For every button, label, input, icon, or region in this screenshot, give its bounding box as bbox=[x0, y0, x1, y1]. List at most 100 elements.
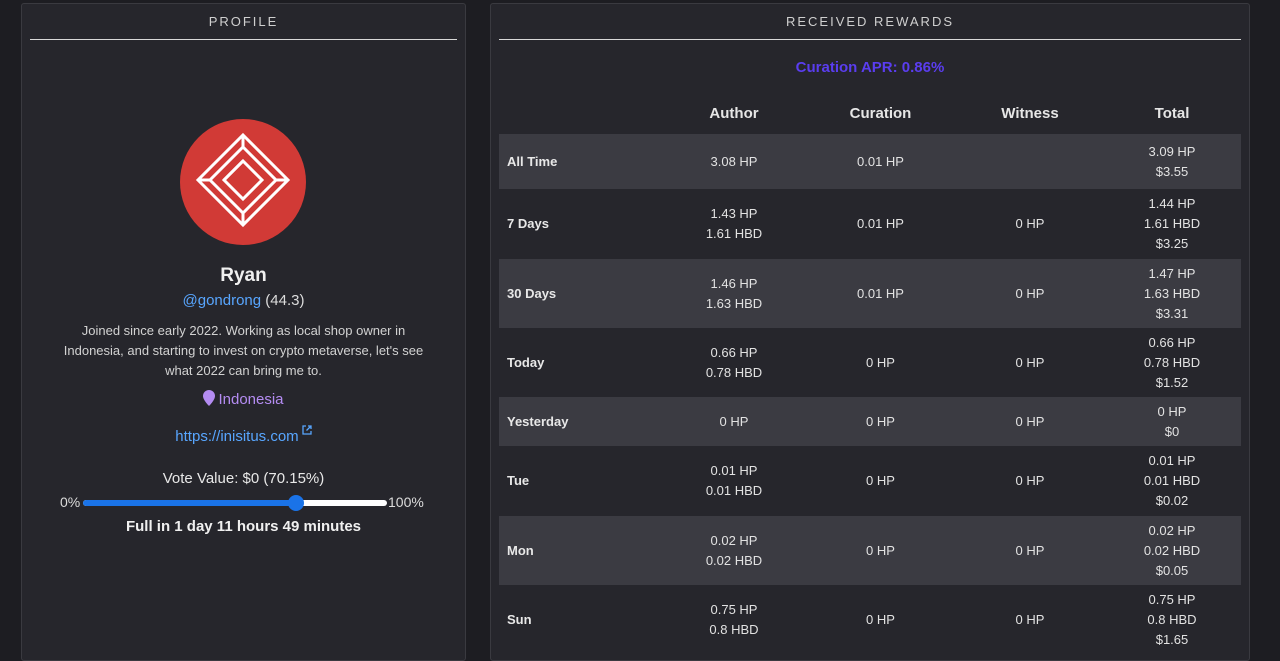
cell-author: 0.01 HP 0.01 HBD bbox=[664, 461, 804, 501]
curation-value: 0 HP bbox=[866, 542, 895, 558]
curation-value: 0 HP bbox=[866, 413, 895, 429]
total-value: 0.01 HP bbox=[1148, 453, 1196, 468]
cell-curation: 0 HP bbox=[804, 541, 957, 561]
vote-slider-thumb[interactable] bbox=[288, 495, 305, 511]
row-label: Sun bbox=[507, 611, 532, 627]
cell-witness: 0 HP bbox=[957, 284, 1103, 304]
author-value: 0.01 HP bbox=[710, 463, 758, 478]
total-value: 3.09 HP bbox=[1148, 143, 1196, 159]
cell-witness: 0 HP bbox=[957, 412, 1103, 432]
table-row: Mon 0.02 HP 0.02 HBD 0 HP 0 HP 0.02 HP 0.02 HB… bbox=[499, 516, 1241, 585]
table-row: 7 Days 1.43 HP 1.61 HBD 0.01 HP 0 HP 1.44 HP 1… bbox=[499, 189, 1241, 259]
author-value: 0.75 HP bbox=[710, 601, 758, 617]
vote-slider-fill bbox=[83, 500, 297, 506]
cell-total: 0.02 HP 0.02 HBD $0.05 bbox=[1103, 521, 1241, 581]
profile-panel: PROFILE Ryan @gondrong (44.3) Joined sin… bbox=[21, 3, 466, 661]
author-value: 1.63 HBD bbox=[705, 295, 763, 311]
table-row: Yesterday 0 HP 0 HP 0 HP 0 HP $0 bbox=[499, 397, 1241, 446]
witness-value: 0 HP bbox=[1015, 611, 1045, 627]
cell-author: 0.02 HP 0.02 HBD bbox=[664, 531, 804, 571]
total-value: 1.61 HBD bbox=[1143, 216, 1201, 231]
total-value: 0.8 HBD bbox=[1147, 611, 1197, 627]
author-value: 0.02 HBD bbox=[705, 552, 763, 568]
total-value: $1.65 bbox=[1155, 631, 1189, 647]
total-value: 0.02 HBD bbox=[1143, 542, 1201, 558]
header-total: Total bbox=[1154, 104, 1190, 122]
cell-total: 3.09 HP $3.55 bbox=[1103, 142, 1241, 182]
rewards-panel-title: RECEIVED REWARDS bbox=[499, 4, 1241, 40]
author-value: 0.66 HP bbox=[710, 344, 758, 360]
location-pin-icon bbox=[203, 390, 216, 410]
row-label: Mon bbox=[507, 542, 534, 558]
cell-total: 0.66 HP 0.78 HBD $1.52 bbox=[1103, 333, 1241, 393]
external-link-icon bbox=[302, 422, 312, 439]
curation-value: 0 HP bbox=[866, 473, 895, 488]
website-link[interactable]: https://inisitus.com bbox=[175, 428, 298, 445]
profile-panel-title: PROFILE bbox=[30, 4, 457, 40]
cell-author: 0.75 HP 0.8 HBD bbox=[664, 600, 804, 640]
author-value: 1.43 HP bbox=[710, 206, 758, 221]
total-value: 1.63 HBD bbox=[1143, 285, 1201, 301]
author-value: 3.08 HP bbox=[710, 153, 758, 169]
total-value: $3.31 bbox=[1155, 305, 1189, 321]
total-value: $0.02 bbox=[1155, 493, 1189, 508]
location-text: Indonesia bbox=[218, 391, 284, 408]
cell-author: 0.66 HP 0.78 HBD bbox=[664, 343, 804, 383]
reputation-score: (44.3) bbox=[265, 292, 305, 309]
cell-author: 0 HP bbox=[664, 412, 804, 432]
row-label: 7 Days bbox=[507, 216, 549, 231]
total-value: 1.44 HP bbox=[1148, 196, 1196, 211]
table-row: Sun 0.75 HP 0.8 HBD 0 HP 0 HP 0.75 HP 0.8 HBD $… bbox=[499, 585, 1241, 654]
total-value: $3.55 bbox=[1155, 163, 1189, 179]
row-label: Today bbox=[507, 354, 545, 370]
author-value: 0.02 HP bbox=[710, 532, 758, 548]
row-label: Yesterday bbox=[507, 413, 569, 429]
cell-curation: 0.01 HP bbox=[804, 214, 957, 234]
header-author: Author bbox=[709, 104, 759, 122]
avatar[interactable] bbox=[180, 119, 306, 245]
avatar-logo-icon bbox=[195, 132, 291, 228]
author-value: 0 HP bbox=[719, 413, 749, 429]
cell-witness: 0 HP bbox=[957, 353, 1103, 373]
table-row: 30 Days 1.46 HP 1.63 HBD 0.01 HP 0 HP 1.47 HP… bbox=[499, 259, 1241, 328]
vote-value: Vote Value: $0 (70.15%) bbox=[162, 470, 325, 487]
table-row: Today 0.66 HP 0.78 HBD 0 HP 0 HP 0.66 HP 0.78 … bbox=[499, 328, 1241, 397]
witness-value: 0 HP bbox=[1015, 216, 1045, 231]
profile-name: Ryan bbox=[220, 265, 267, 286]
recharge-time: Full in 1 day 11 hours 49 minutes bbox=[125, 518, 362, 535]
profile-handle-link[interactable]: @gondrong bbox=[183, 292, 262, 309]
witness-value: 0 HP bbox=[1015, 354, 1045, 370]
cell-witness: 0 HP bbox=[957, 610, 1103, 630]
table-row: Tue 0.01 HP 0.01 HBD 0 HP 0 HP 0.01 HP 0.01 HB… bbox=[499, 446, 1241, 516]
cell-total: 0 HP $0 bbox=[1103, 402, 1241, 442]
cell-total: 0.75 HP 0.8 HBD $1.65 bbox=[1103, 590, 1241, 650]
total-value: $0 bbox=[1164, 423, 1180, 439]
cell-curation: 0 HP bbox=[804, 471, 957, 491]
author-value: 1.61 HBD bbox=[705, 226, 763, 241]
cell-author: 1.46 HP 1.63 HBD bbox=[664, 274, 804, 314]
author-value: 0.01 HBD bbox=[705, 483, 763, 498]
total-value: 0.02 HP bbox=[1148, 522, 1196, 538]
cell-total: 1.47 HP 1.63 HBD $3.31 bbox=[1103, 264, 1241, 324]
total-value: 0.66 HP bbox=[1148, 334, 1196, 350]
author-value: 0.8 HBD bbox=[709, 621, 759, 637]
total-value: $0.05 bbox=[1155, 562, 1189, 578]
witness-value: 0 HP bbox=[1015, 542, 1045, 558]
handle-line: @gondrong (44.3) bbox=[22, 292, 465, 309]
row-label: Tue bbox=[507, 473, 530, 488]
curation-value: 0.01 HP bbox=[857, 285, 904, 301]
rewards-table-header: Author Curation Witness Total bbox=[499, 92, 1241, 134]
header-witness: Witness bbox=[1001, 104, 1059, 122]
cell-author: 3.08 HP bbox=[664, 152, 804, 172]
witness-value: 0 HP bbox=[1015, 285, 1045, 301]
vote-slider-row: 0% 100% bbox=[22, 492, 465, 514]
total-value: 0.78 HBD bbox=[1143, 354, 1201, 370]
cell-total: 1.44 HP 1.61 HBD $3.25 bbox=[1103, 194, 1241, 254]
author-value: 1.46 HP bbox=[710, 275, 758, 291]
cell-witness: 0 HP bbox=[957, 471, 1103, 491]
curation-value: 0 HP bbox=[866, 611, 895, 627]
row-label: All Time bbox=[507, 153, 558, 169]
cell-witness: 0 HP bbox=[957, 541, 1103, 561]
profile-website[interactable]: https://inisitus.com bbox=[22, 422, 465, 445]
vote-slider[interactable] bbox=[83, 495, 387, 511]
